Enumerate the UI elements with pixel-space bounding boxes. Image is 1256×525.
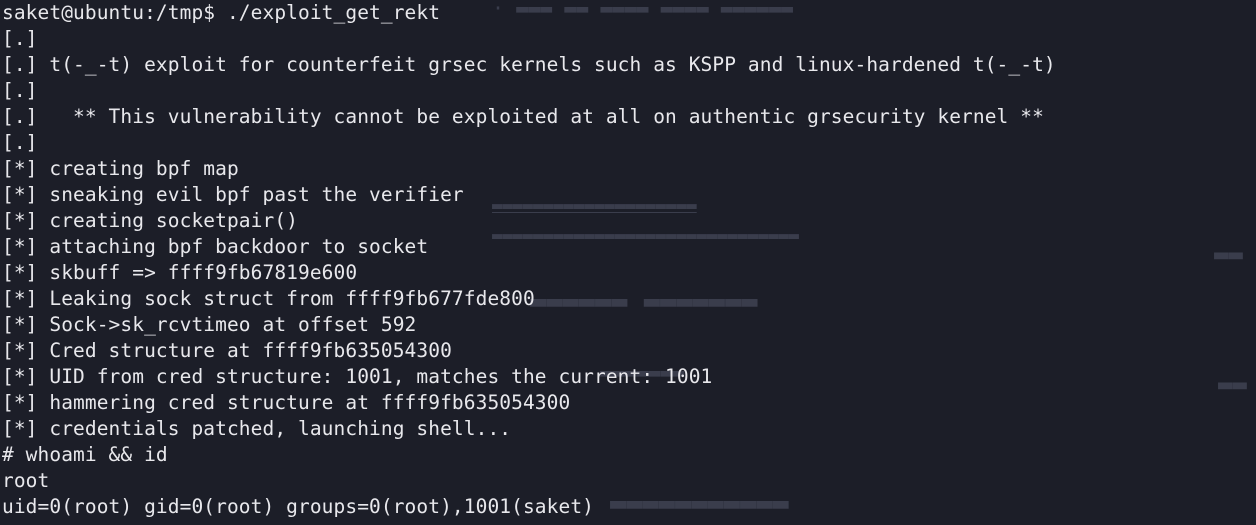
terminal-line: uid=0(root) gid=0(root) groups=0(root),1… (2, 495, 594, 518)
terminal-line: [.] (2, 27, 38, 50)
terminal-line: [*] sneaking evil bpf past the verifier (2, 183, 464, 206)
terminal-line: [*] hammering cred structure at ffff9fb6… (2, 391, 571, 414)
terminal-line: root (2, 469, 50, 492)
terminal-line: [*] creating socketpair() (2, 209, 298, 232)
terminal-line: [.] (2, 131, 38, 154)
terminal-window[interactable]: · ▬▬▬ ▬▬ ▬▬▬▬ ▬▬▬▬ ▬▬▬▬▬▬ ▬▬▬▬▬▬▬▬▬▬▬▬▬▬… (0, 0, 1256, 525)
terminal-output[interactable]: saket@ubuntu:/tmp$ ./exploit_get_rekt [.]… (2, 0, 1056, 520)
terminal-line: [*] credentials patched, launching shell… (2, 417, 512, 440)
background-text: ▬▬ (1218, 370, 1247, 398)
terminal-line: [.] (2, 79, 38, 102)
terminal-line: [*] attaching bpf backdoor to socket (2, 235, 429, 258)
terminal-line: [*] Leaking sock struct from ffff9fb677f… (2, 287, 535, 310)
background-text: ▬▬ (1214, 240, 1243, 268)
terminal-line: [*] Sock->sk_rcvtimeo at offset 592 (2, 313, 417, 336)
command-prompt-line: saket@ubuntu:/tmp$ ./exploit_get_rekt (2, 1, 441, 24)
terminal-line: [*] Cred structure at ffff9fb635054300 (2, 339, 452, 362)
terminal-line: # whoami && id (2, 443, 168, 466)
terminal-line: [.] t(-_-t) exploit for counterfeit grse… (2, 53, 1056, 76)
terminal-line: [.] ** This vulnerability cannot be expl… (2, 105, 1044, 128)
terminal-line: [*] skbuff => ffff9fb67819e600 (2, 261, 358, 284)
terminal-line: [*] UID from cred structure: 1001, match… (2, 365, 713, 388)
terminal-line: [*] creating bpf map (2, 157, 239, 180)
